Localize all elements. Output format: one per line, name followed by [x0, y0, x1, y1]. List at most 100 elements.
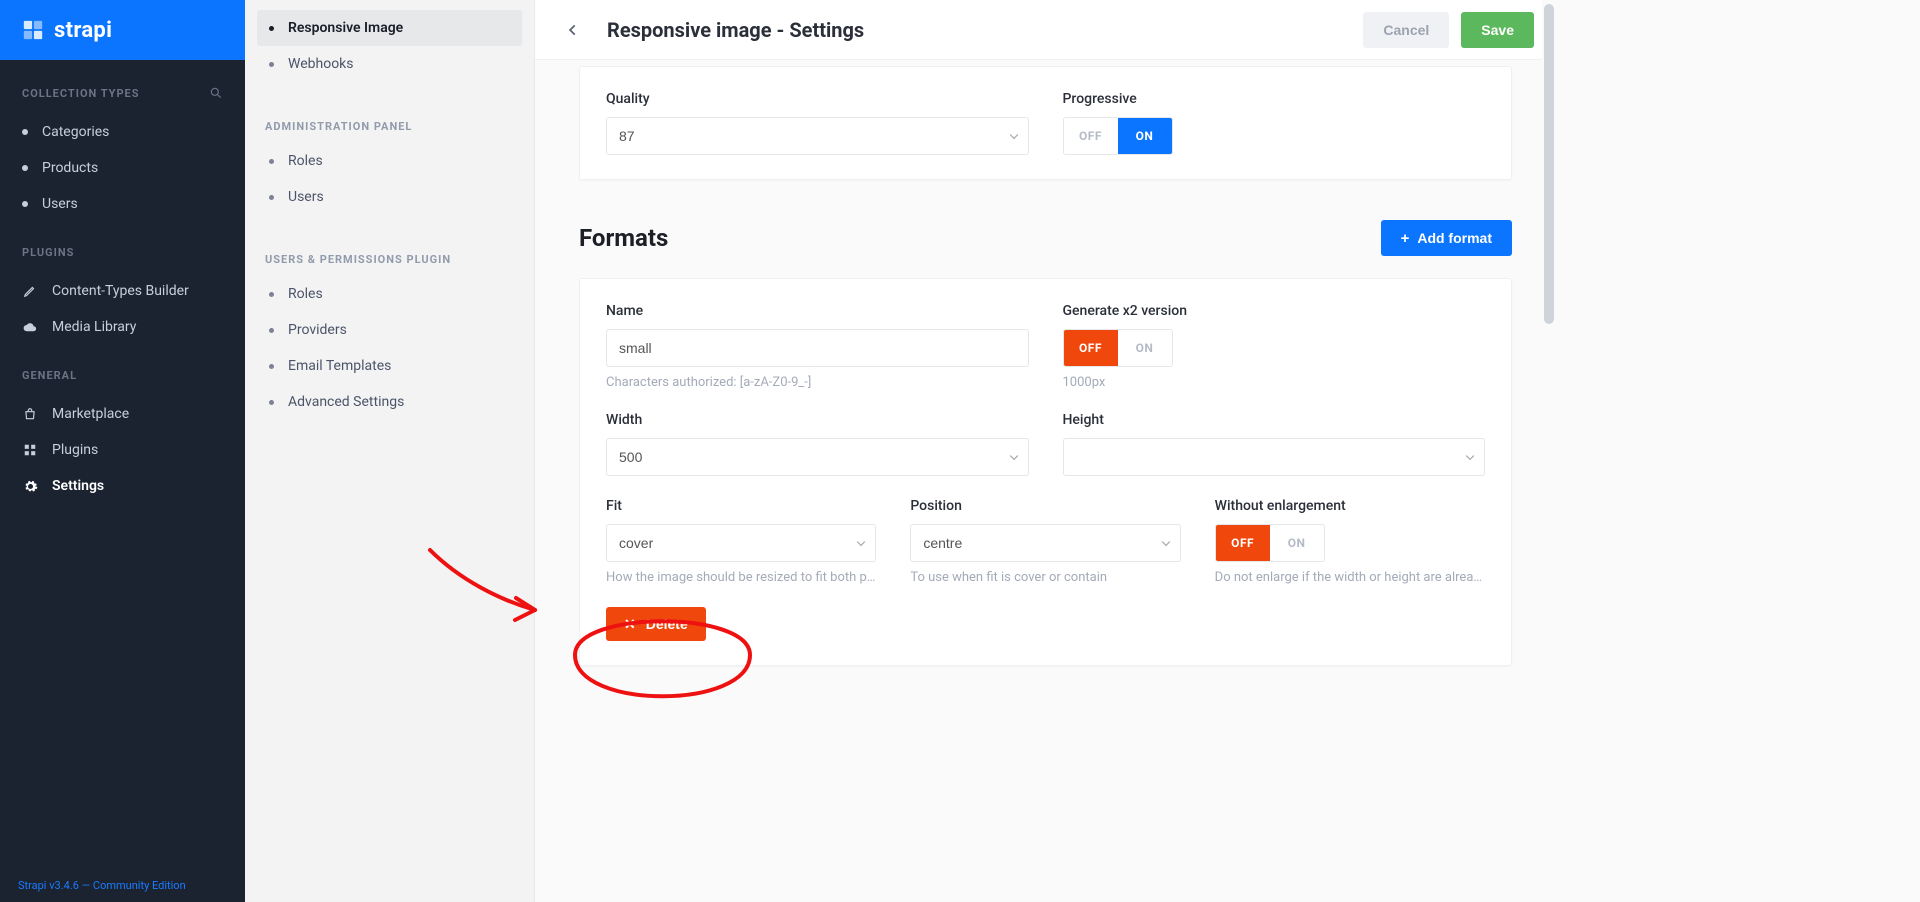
nav-item-media-library[interactable]: Media Library	[22, 309, 223, 345]
dot-icon	[22, 129, 28, 135]
toggle-on: ON	[1118, 330, 1172, 366]
nav-heading-collection-types: COLLECTION TYPES	[22, 86, 223, 100]
subnav-admin-roles[interactable]: Roles	[257, 143, 522, 179]
dot-icon	[269, 26, 274, 31]
toggle-off: OFF	[1064, 118, 1118, 154]
subnav-up-advanced[interactable]: Advanced Settings	[257, 384, 522, 420]
add-format-button[interactable]: + Add format	[1381, 220, 1512, 256]
nav-label: Products	[42, 160, 98, 176]
dot-icon	[269, 328, 274, 333]
strapi-icon	[22, 19, 44, 41]
dot-icon	[269, 195, 274, 200]
dot-icon	[269, 62, 274, 67]
subnav-heading-admin: ADMINISTRATION PANEL	[257, 108, 522, 143]
progressive-toggle[interactable]: OFF ON	[1063, 117, 1173, 155]
name-label: Name	[606, 303, 1029, 319]
fit-select[interactable]	[606, 524, 876, 562]
plus-icon: +	[1401, 230, 1410, 247]
subnav-label: Advanced Settings	[288, 394, 404, 410]
subnav-label: Email Templates	[288, 358, 391, 374]
add-format-label: Add format	[1417, 230, 1492, 246]
nav-item-plugins[interactable]: Plugins	[22, 432, 223, 468]
nav-item-marketplace[interactable]: Marketplace	[22, 396, 223, 432]
dot-icon	[22, 201, 28, 207]
width-label: Width	[606, 412, 1029, 428]
toggle-off: OFF	[1216, 525, 1270, 561]
nav-label: Categories	[42, 124, 109, 140]
progressive-label: Progressive	[1063, 91, 1486, 107]
subnav-up-roles[interactable]: Roles	[257, 276, 522, 312]
delete-format-button[interactable]: ✕ Delete	[606, 607, 706, 641]
nav-item-categories[interactable]: Categories	[22, 114, 223, 150]
nav-item-users[interactable]: Users	[22, 186, 223, 222]
name-input[interactable]	[606, 329, 1029, 367]
chevron-left-icon	[566, 23, 580, 37]
dot-icon	[269, 400, 274, 405]
window-scrollbar[interactable]	[1542, 0, 1556, 902]
save-button[interactable]: Save	[1461, 12, 1534, 48]
nav-label: Media Library	[52, 319, 136, 335]
subnav-label: Users	[288, 189, 324, 205]
toggle-on: ON	[1118, 118, 1172, 154]
pencil-icon	[22, 283, 38, 299]
close-icon: ✕	[624, 616, 636, 633]
back-button[interactable]	[557, 14, 589, 46]
subnav-admin-users[interactable]: Users	[257, 179, 522, 215]
scrollbar-thumb[interactable]	[1544, 4, 1554, 324]
gear-icon	[22, 478, 38, 494]
version-label: Strapi v3.4.6 — Community Edition	[0, 869, 245, 902]
formats-heading: Formats	[579, 224, 668, 252]
fit-help: How the image should be resized to fit b…	[606, 570, 876, 585]
subnav-label: Roles	[288, 153, 323, 169]
height-label: Height	[1063, 412, 1486, 428]
dot-icon	[269, 364, 274, 369]
subnav-label: Responsive Image	[288, 20, 403, 36]
toggle-on: ON	[1270, 525, 1324, 561]
delete-label: Delete	[646, 616, 688, 632]
subnav-up-providers[interactable]: Providers	[257, 312, 522, 348]
dot-icon	[269, 159, 274, 164]
cloud-icon	[22, 319, 38, 335]
gen2x-toggle[interactable]: OFF ON	[1063, 329, 1173, 367]
name-help: Characters authorized: [a-zA-Z0-9_-]	[606, 375, 1029, 390]
nav-heading-plugins: PLUGINS	[22, 246, 223, 259]
gen2x-label: Generate x2 version	[1063, 303, 1486, 319]
brand-text: strapi	[54, 18, 112, 43]
nav-item-products[interactable]: Products	[22, 150, 223, 186]
cancel-button[interactable]: Cancel	[1363, 12, 1449, 48]
page-title: Responsive image - Settings	[607, 18, 864, 42]
gen2x-help: 1000px	[1063, 375, 1486, 390]
position-help: To use when fit is cover or contain	[910, 570, 1180, 585]
subnav-label: Roles	[288, 286, 323, 302]
subnav-heading-users-perms: USERS & PERMISSIONS PLUGIN	[257, 241, 522, 276]
without-enlarge-toggle[interactable]: OFF ON	[1215, 524, 1325, 562]
bag-icon	[22, 406, 38, 422]
nav-item-content-types-builder[interactable]: Content-Types Builder	[22, 273, 223, 309]
without-enlarge-label: Without enlargement	[1215, 498, 1485, 514]
quality-input[interactable]	[606, 117, 1029, 155]
nav-label: Settings	[52, 478, 104, 494]
nav-label: Content-Types Builder	[52, 283, 189, 299]
without-enlarge-help: Do not enlarge if the width or height ar…	[1215, 570, 1485, 585]
nav-item-settings[interactable]: Settings	[22, 468, 223, 504]
subnav-webhooks[interactable]: Webhooks	[257, 46, 522, 82]
toggle-off: OFF	[1064, 330, 1118, 366]
fit-label: Fit	[606, 498, 876, 514]
quality-label: Quality	[606, 91, 1029, 107]
subnav-responsive-image[interactable]: Responsive Image	[257, 10, 522, 46]
grid-icon	[22, 442, 38, 458]
nav-heading-general: GENERAL	[22, 369, 223, 382]
nav-label: Marketplace	[52, 406, 129, 422]
subnav-label: Providers	[288, 322, 347, 338]
height-input[interactable]	[1063, 438, 1486, 476]
subnav-up-email-templates[interactable]: Email Templates	[257, 348, 522, 384]
nav-label: Plugins	[52, 442, 98, 458]
brand-logo[interactable]: strapi	[0, 0, 245, 60]
position-select[interactable]	[910, 524, 1180, 562]
nav-label: Users	[42, 196, 78, 212]
dot-icon	[269, 292, 274, 297]
subnav-label: Webhooks	[288, 56, 354, 72]
width-input[interactable]	[606, 438, 1029, 476]
dot-icon	[22, 165, 28, 171]
search-icon[interactable]	[209, 86, 223, 100]
